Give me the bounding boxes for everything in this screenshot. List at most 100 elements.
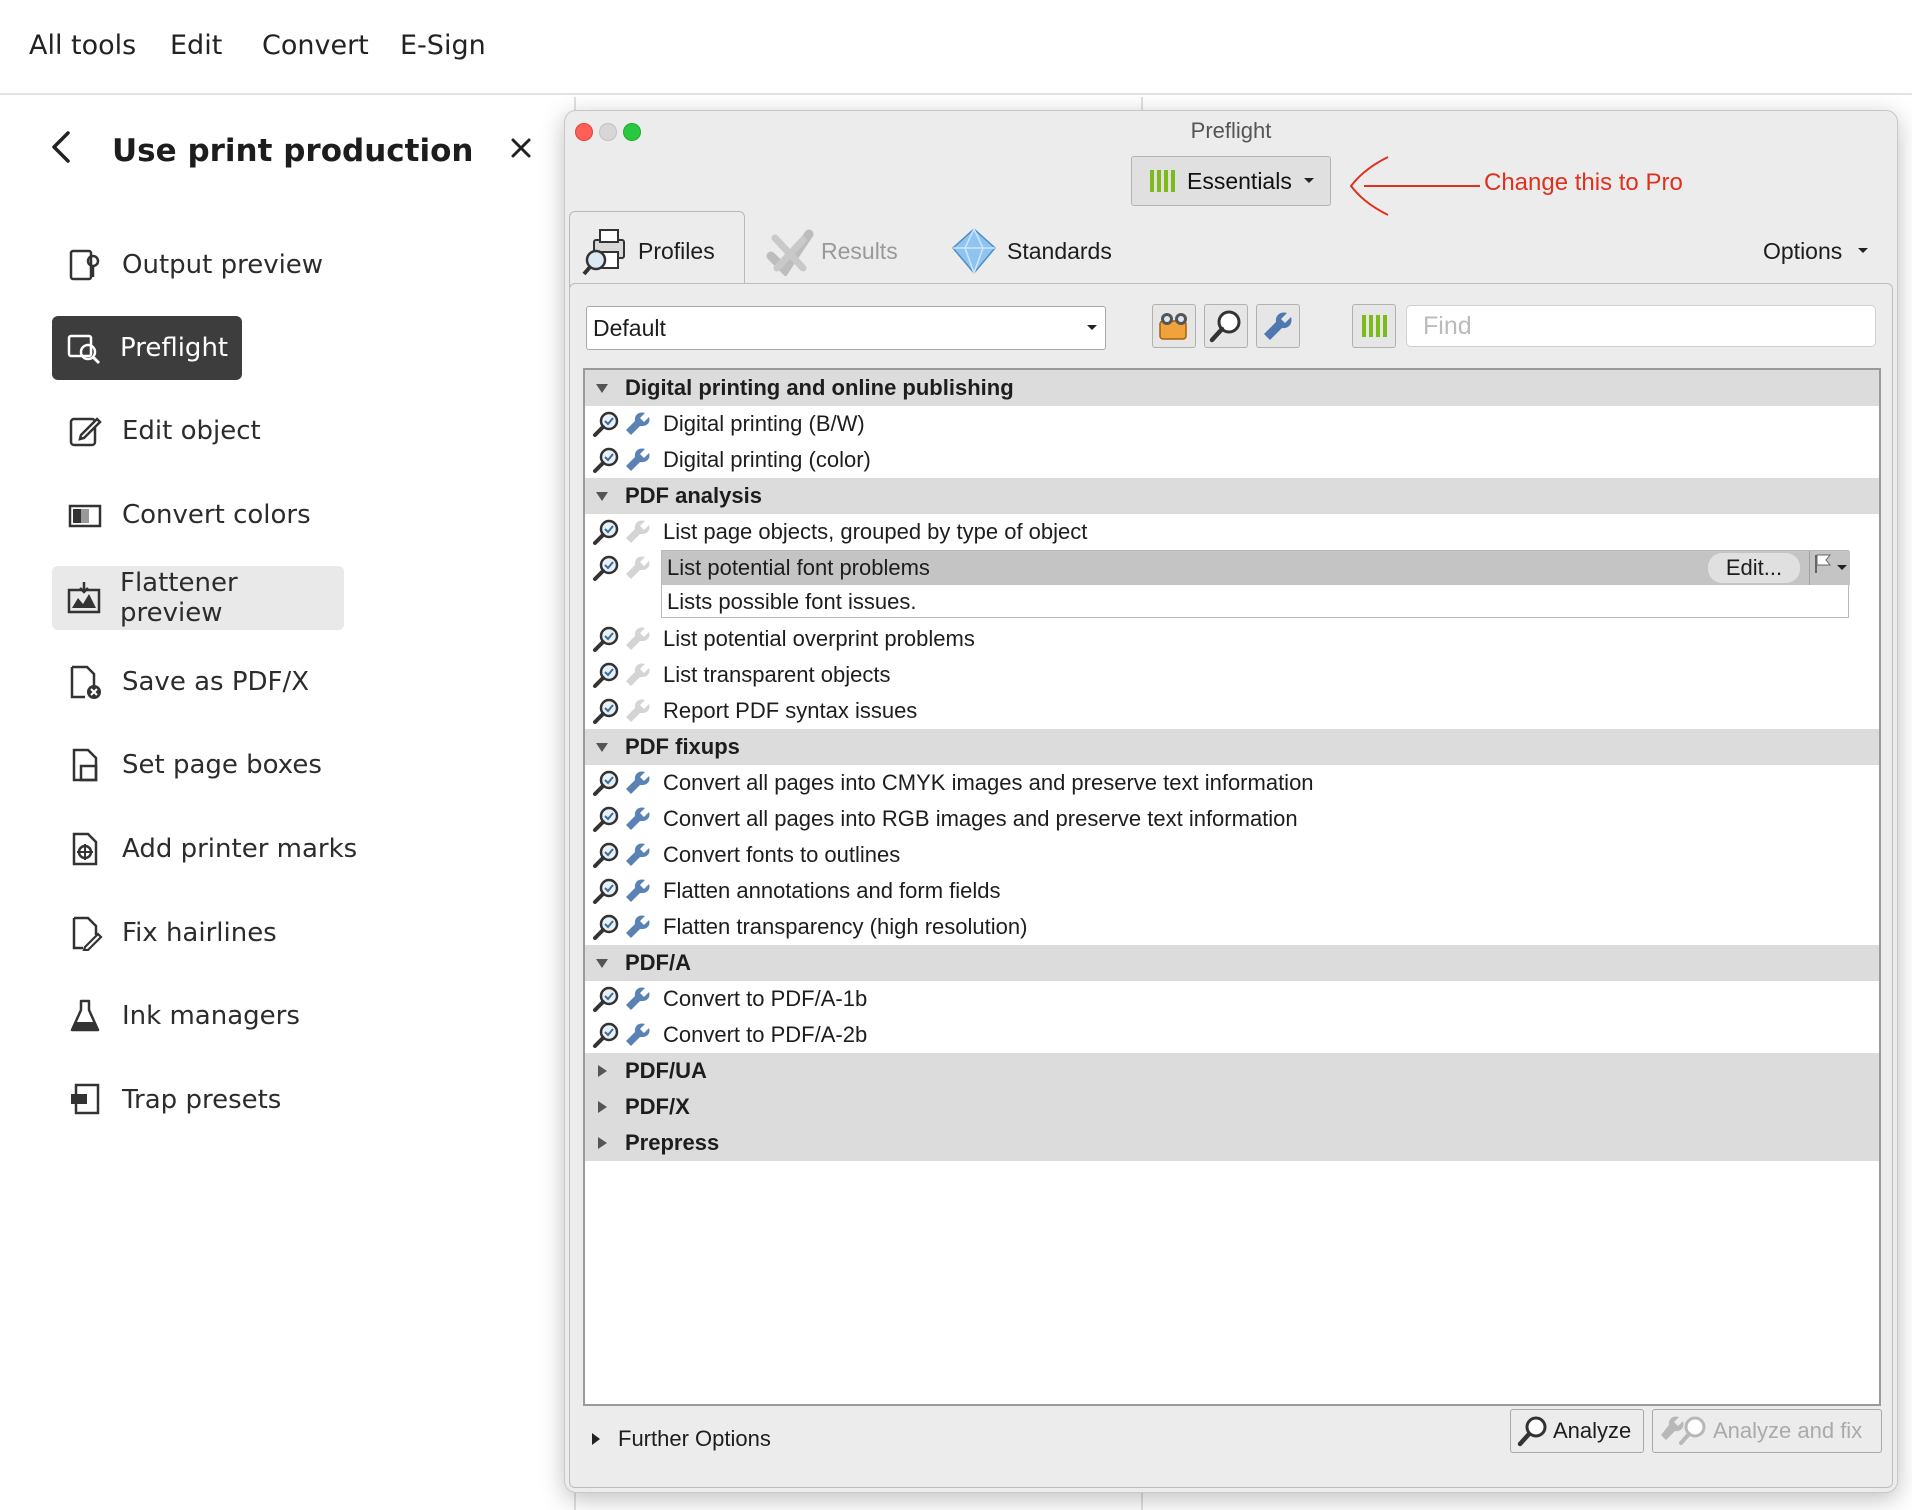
show-checks-button[interactable] bbox=[1204, 304, 1248, 348]
profile-row[interactable]: Convert to PDF/A-2b bbox=[585, 1017, 1879, 1053]
group-label: PDF fixups bbox=[625, 734, 740, 759]
collapsed-triangle-icon bbox=[598, 1065, 607, 1077]
nav-convert-colors[interactable]: Convert colors bbox=[52, 483, 337, 547]
check-icon bbox=[591, 1020, 621, 1050]
check-icon bbox=[591, 984, 621, 1014]
show-fixups-button[interactable] bbox=[1256, 304, 1300, 348]
tool-panel: Use print production Output preview Pref… bbox=[0, 97, 570, 1510]
check-icon bbox=[591, 409, 621, 439]
library-value: Default bbox=[593, 314, 666, 341]
profile-row[interactable]: Digital printing (color) bbox=[585, 442, 1879, 478]
tab-results[interactable]: Results bbox=[765, 211, 898, 291]
profile-row[interactable]: Convert all pages into CMYK images and p… bbox=[585, 765, 1879, 801]
profiles-icon bbox=[582, 228, 625, 275]
profile-label: Digital printing (B/W) bbox=[663, 411, 865, 436]
nav-label: Save as PDF/X bbox=[122, 667, 310, 697]
nav-trap-presets[interactable]: Trap presets bbox=[52, 1068, 307, 1132]
profile-icons bbox=[591, 912, 653, 942]
analyze-fix-label: Analyze and fix bbox=[1713, 1418, 1863, 1443]
group-row[interactable]: Digital printing and online publishing bbox=[585, 370, 1879, 406]
group-label: PDF/UA bbox=[625, 1058, 707, 1083]
edit-profile-button[interactable]: Edit... bbox=[1708, 553, 1800, 583]
profile-row[interactable]: List potential overprint problems bbox=[585, 621, 1879, 657]
nav-label: Flattener preview bbox=[120, 568, 238, 628]
dropdown-arrow-icon bbox=[1303, 178, 1314, 183]
nav-set-page-boxes[interactable]: Set page boxes bbox=[52, 733, 348, 797]
flag-icon bbox=[1815, 554, 1847, 573]
dropdown-arrow-icon bbox=[1087, 325, 1097, 330]
nav-preflight[interactable]: Preflight bbox=[52, 316, 242, 380]
tab-standards[interactable]: Standards bbox=[949, 211, 1112, 291]
nav-label: Fix hairlines bbox=[122, 918, 277, 948]
analyze-button[interactable]: Analyze bbox=[1510, 1409, 1644, 1453]
check-icon bbox=[591, 840, 621, 870]
show-profile-info-button[interactable] bbox=[1152, 304, 1196, 348]
nav-save-pdfx[interactable]: Save as PDF/X bbox=[52, 650, 335, 714]
group-row[interactable]: PDF/UA bbox=[585, 1053, 1879, 1089]
find-input[interactable]: Find bbox=[1406, 305, 1876, 347]
fixup-disabled-icon bbox=[623, 517, 653, 547]
profile-row[interactable]: Report PDF syntax issues bbox=[585, 693, 1879, 729]
options-menu[interactable]: Options bbox=[1763, 211, 1870, 291]
group-row[interactable]: PDF/A bbox=[585, 945, 1879, 981]
close-icon[interactable] bbox=[508, 135, 534, 161]
profile-icons bbox=[591, 409, 653, 439]
nav-flattener-preview[interactable]: Flattener preview bbox=[52, 566, 344, 630]
profile-label: List page objects, grouped by type of ob… bbox=[663, 519, 1088, 544]
expanded-triangle-icon bbox=[596, 384, 608, 393]
analyze-and-fix-button[interactable]: Analyze and fix bbox=[1652, 1409, 1882, 1453]
fix-hairlines-icon bbox=[66, 914, 104, 952]
profile-row[interactable]: Convert to PDF/A-1b bbox=[585, 981, 1879, 1017]
menu-edit[interactable]: Edit bbox=[170, 30, 222, 61]
profile-icons bbox=[591, 696, 653, 726]
profile-row[interactable]: List page objects, grouped by type of ob… bbox=[585, 514, 1879, 550]
tab-label: Profiles bbox=[638, 238, 715, 264]
back-arrow-icon[interactable] bbox=[44, 129, 80, 165]
nav-output-preview[interactable]: Output preview bbox=[52, 233, 349, 297]
preflight-window: Preflight Essentials Change this to Pro … bbox=[564, 110, 1898, 1493]
group-row[interactable]: PDF analysis bbox=[585, 478, 1879, 514]
menu-esign[interactable]: E-Sign bbox=[400, 30, 486, 61]
window-titlebar: Preflight bbox=[565, 111, 1897, 153]
menu-convert[interactable]: Convert bbox=[262, 30, 369, 61]
ink-manager-icon bbox=[66, 997, 104, 1035]
profile-label: Convert to PDF/A-1b bbox=[663, 986, 868, 1011]
nav-ink-managers[interactable]: Ink managers bbox=[52, 984, 326, 1048]
essentials-mode-button[interactable]: Essentials bbox=[1131, 156, 1331, 206]
fixup-disabled-icon bbox=[623, 553, 653, 583]
group-row[interactable]: PDF fixups bbox=[585, 729, 1879, 765]
further-options-toggle[interactable]: Further Options bbox=[590, 1426, 771, 1452]
profile-row[interactable]: Convert all pages into RGB images and pr… bbox=[585, 801, 1879, 837]
profile-row[interactable]: List transparent objects bbox=[585, 657, 1879, 693]
menu-all-tools[interactable]: All tools bbox=[29, 30, 136, 61]
standards-icon bbox=[951, 227, 997, 276]
nav-edit-object[interactable]: Edit object bbox=[52, 399, 287, 463]
group-row[interactable]: PDF/X bbox=[585, 1089, 1879, 1125]
group-row[interactable]: Prepress bbox=[585, 1125, 1879, 1161]
tab-profiles[interactable]: Profiles bbox=[569, 211, 745, 291]
profile-label: Convert all pages into CMYK images and p… bbox=[663, 770, 1314, 795]
output-preview-icon bbox=[66, 246, 104, 284]
library-dropdown[interactable]: Default bbox=[586, 306, 1106, 350]
profiles-pane: Default Find Digital printing and online… bbox=[569, 283, 1893, 1488]
profile-icons bbox=[591, 660, 653, 690]
check-icon bbox=[591, 876, 621, 906]
profile-row[interactable]: Convert fonts to outlines bbox=[585, 837, 1879, 873]
profile-row[interactable]: Flatten transparency (high resolution) bbox=[585, 909, 1879, 945]
nav-fix-hairlines[interactable]: Fix hairlines bbox=[52, 901, 303, 965]
profile-row[interactable]: Digital printing (B/W) bbox=[585, 406, 1879, 442]
panel-title: Use print production bbox=[112, 133, 474, 169]
selected-profile[interactable]: List potential font problems Edit... Lis… bbox=[661, 550, 1850, 618]
fixup-disabled-icon bbox=[623, 696, 653, 726]
show-essentials-button[interactable] bbox=[1352, 304, 1396, 348]
nav-add-printer-marks[interactable]: Add printer marks bbox=[52, 817, 383, 881]
group-label: Prepress bbox=[625, 1130, 720, 1155]
binoculars-icon bbox=[1159, 313, 1187, 340]
flag-menu-button[interactable] bbox=[1809, 551, 1850, 585]
profile-row[interactable]: Flatten annotations and form fields bbox=[585, 873, 1879, 909]
profile-label: Digital printing (color) bbox=[663, 447, 871, 472]
save-pdfx-icon bbox=[66, 663, 104, 701]
bars-icon bbox=[1150, 170, 1175, 192]
collapsed-triangle-icon bbox=[598, 1101, 607, 1113]
fixup-icon bbox=[623, 804, 653, 834]
